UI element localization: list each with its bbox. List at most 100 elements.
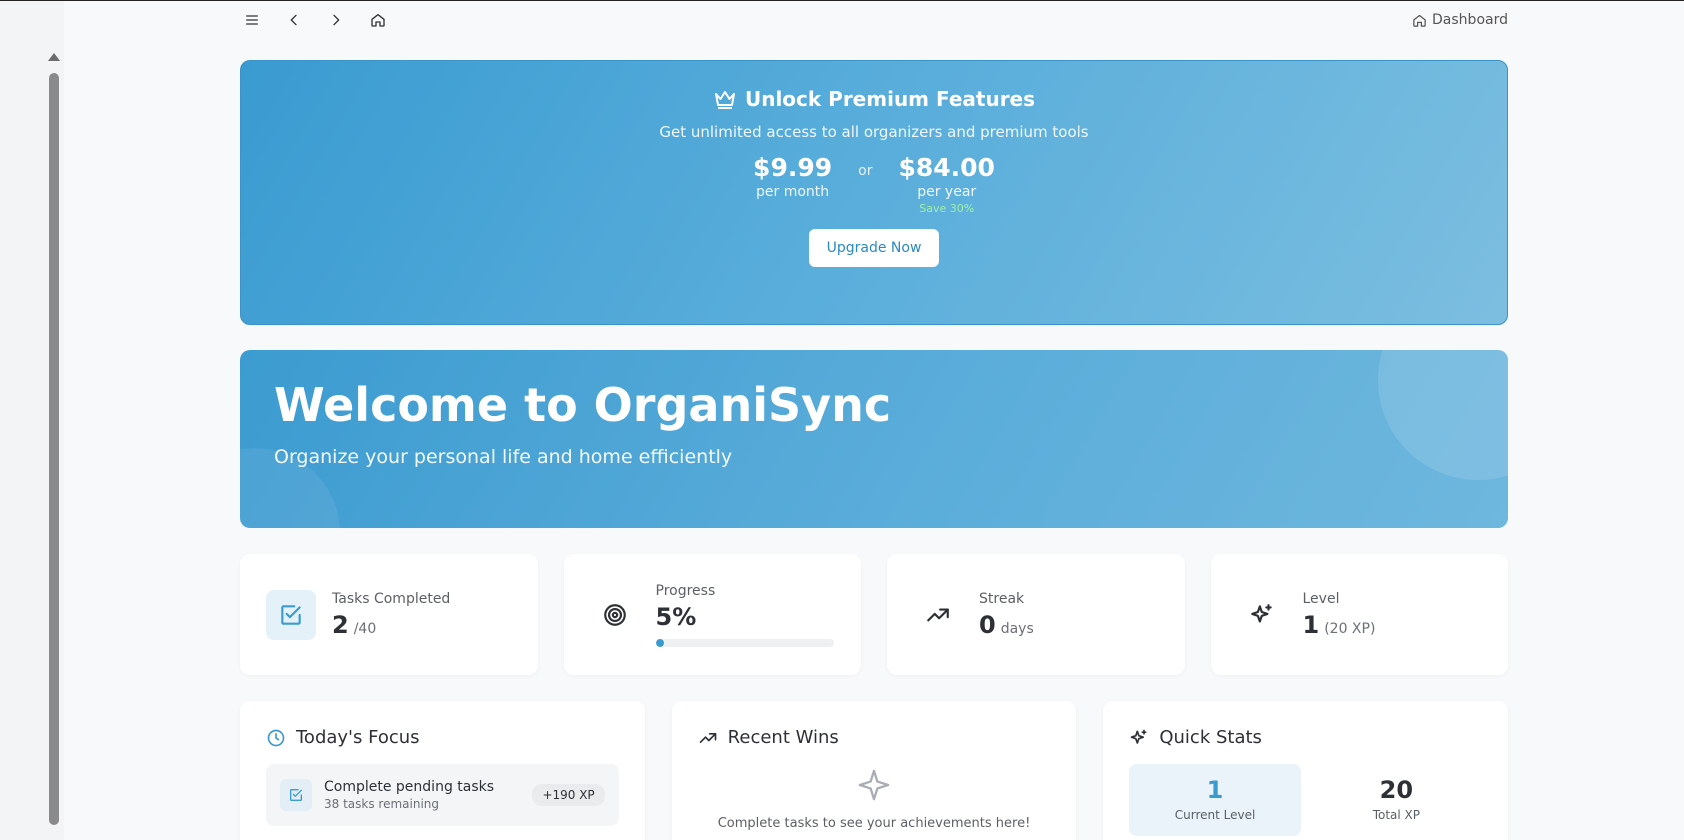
recent-wins-panel: Recent Wins Complete tasks to see your a… (671, 701, 1077, 840)
tasks-completed-value-row: 2 /40 (332, 611, 450, 639)
target-icon (603, 603, 626, 626)
scroll-thumb[interactable] (49, 73, 59, 825)
dashboard-link[interactable]: Dashboard (1412, 12, 1508, 28)
menu-button[interactable] (240, 8, 264, 32)
clock-icon (267, 729, 285, 746)
welcome-title: Welcome to OrganiSync (274, 378, 892, 432)
chevron-right-icon (333, 14, 340, 26)
yearly-price-block: $84.00 per year Save 30% (898, 153, 994, 215)
recent-wins-empty-state: Complete tasks to see your achievements … (698, 768, 1051, 831)
monthly-price: $9.99 (753, 153, 833, 182)
quick-stats-panel: Quick Stats 1 Current Level 20 Total XP (1103, 701, 1509, 840)
total-xp-label: Total XP (1372, 808, 1420, 822)
streak-value-row: 0 days (979, 611, 1034, 639)
sparkles-icon (1131, 729, 1147, 744)
progress-icon-wrap (590, 590, 640, 640)
quick-stats-header: Quick Stats (1129, 727, 1482, 748)
level-card: Level 1 (20 XP) (1210, 554, 1508, 675)
home-icon (371, 14, 385, 27)
todays-focus-header: Today's Focus (266, 727, 619, 748)
left-scroll-region (0, 1, 64, 840)
panels-row: Today's Focus Complete pending tasks 38 … (240, 701, 1509, 840)
progress-card: Progress 5% (563, 554, 861, 675)
trending-up-icon (927, 608, 949, 621)
checkbox-icon (281, 604, 301, 625)
tasks-total: /40 (353, 620, 377, 637)
trending-up-icon (699, 732, 717, 743)
upgrade-now-button[interactable]: Upgrade Now (808, 229, 940, 267)
focus-item-title: Complete pending tasks (324, 779, 495, 795)
sparkle-icon (858, 769, 890, 801)
nav-controls (240, 8, 390, 32)
streak-icon-wrap (913, 590, 963, 640)
top-nav-bar: Dashboard (240, 7, 1508, 33)
focus-item[interactable]: Complete pending tasks 38 tasks remainin… (266, 764, 619, 826)
quick-stats-title: Quick Stats (1159, 727, 1262, 748)
streak-label: Streak (979, 590, 1025, 607)
scrollbar[interactable] (47, 53, 61, 840)
yearly-period: per year (917, 184, 977, 200)
price-options: $9.99 per month or $84.00 per year Save … (241, 153, 1507, 215)
progress-bar (655, 638, 834, 647)
dashboard-link-label: Dashboard (1432, 12, 1508, 28)
scroll-up-arrow-icon[interactable] (48, 53, 60, 61)
progress-bar-fill (655, 638, 665, 647)
level-label: Level (1302, 590, 1340, 607)
current-level-value: 1 (1206, 776, 1224, 804)
premium-title-text: Unlock Premium Features (744, 87, 1036, 111)
welcome-banner: Welcome to OrganiSync Organize your pers… (240, 350, 1508, 528)
tasks-icon-wrap (266, 589, 316, 640)
current-level-stat: 1 Current Level (1129, 764, 1301, 836)
yearly-save-badge: Save 30% (919, 202, 975, 215)
back-button[interactable] (282, 8, 306, 32)
home-icon (1413, 14, 1426, 27)
welcome-subtitle: Organize your personal life and home eff… (274, 446, 733, 468)
premium-subtitle: Get unlimited access to all organizers a… (659, 123, 1089, 141)
forward-button[interactable] (324, 8, 348, 32)
stats-row: Tasks Completed 2 /40 Progress 5% Streak… (240, 554, 1508, 675)
home-button[interactable] (366, 8, 390, 32)
focus-item-text: Complete pending tasks 38 tasks remainin… (324, 779, 520, 811)
progress-value: 5% (655, 602, 697, 631)
monthly-price-block: $9.99 per month (753, 153, 832, 200)
level-xp: (20 XP) (1324, 620, 1376, 637)
current-level-label: Current Level (1174, 808, 1256, 822)
hamburger-menu-icon (246, 15, 258, 25)
todays-focus-panel: Today's Focus Complete pending tasks 38 … (240, 701, 645, 840)
streak-card: Streak 0 days (887, 554, 1185, 675)
sparkles-icon (1250, 603, 1272, 623)
level-value-row: 1 (20 XP) (1303, 611, 1376, 639)
total-xp-value: 20 (1379, 776, 1414, 804)
focus-item-subtitle: 38 tasks remaining (324, 797, 440, 811)
tasks-completed-value: 2 (332, 610, 349, 639)
main-content: Unlock Premium Features Get unlimited ac… (240, 60, 1509, 840)
price-or-separator: or (858, 163, 873, 179)
level-icon-wrap (1237, 590, 1287, 640)
checkbox-icon (290, 789, 302, 801)
tasks-completed-text: Tasks Completed 2 /40 (332, 591, 450, 639)
monthly-period: per month (756, 184, 830, 200)
streak-value: 0 (979, 610, 996, 639)
progress-text: Progress 5% (655, 582, 834, 647)
recent-wins-header: Recent Wins (698, 727, 1051, 748)
progress-value-row: 5% (656, 603, 834, 631)
xp-badge: +190 XP (532, 784, 605, 806)
total-xp-stat: 20 Total XP (1311, 764, 1482, 836)
chevron-left-icon (290, 14, 297, 26)
premium-title: Unlock Premium Features (241, 87, 1507, 111)
todays-focus-title: Today's Focus (296, 727, 420, 748)
progress-label: Progress (655, 582, 716, 599)
yearly-price: $84.00 (898, 153, 995, 182)
tasks-completed-card: Tasks Completed 2 /40 (240, 554, 538, 675)
streak-text: Streak 0 days (979, 591, 1034, 639)
streak-unit: days (1000, 620, 1034, 637)
recent-wins-empty-text: Complete tasks to see your achievements … (717, 816, 1031, 831)
level-text: Level 1 (20 XP) (1303, 591, 1376, 639)
recent-wins-title: Recent Wins (727, 727, 839, 748)
premium-banner: Unlock Premium Features Get unlimited ac… (240, 60, 1508, 325)
crown-icon (714, 91, 735, 109)
quick-stats-grid: 1 Current Level 20 Total XP (1129, 764, 1482, 836)
level-value: 1 (1302, 610, 1320, 639)
tasks-completed-label: Tasks Completed (332, 590, 451, 607)
focus-item-icon-wrap (280, 779, 312, 811)
